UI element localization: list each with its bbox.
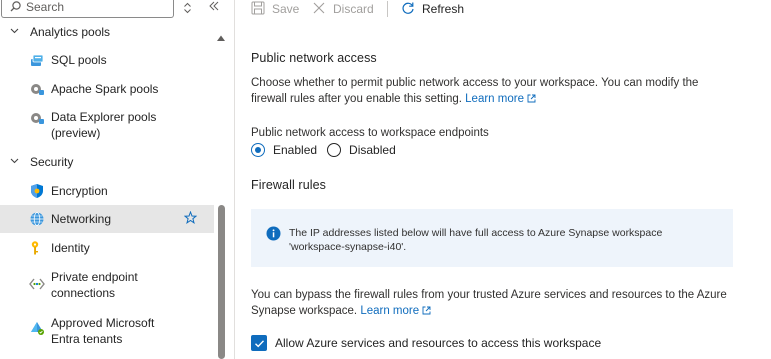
sidebar-item-label-line2: connections (51, 286, 116, 300)
checkbox-checked-icon[interactable] (251, 335, 267, 351)
sidebar-item-identity[interactable]: Identity (0, 237, 214, 259)
sidebar-item-data-explorer-pools[interactable]: Data Explorer pools (preview) (0, 106, 214, 142)
sidebar-item-label-line2: Entra tenants (51, 332, 123, 346)
sidebar-item-sql-pools[interactable]: SQL pools (0, 49, 214, 71)
sidebar-item-label: Identity (51, 241, 90, 255)
public-network-access-heading: Public network access (251, 51, 377, 65)
sidebar-item-private-endpoint-connections[interactable]: Private endpoint connections (0, 266, 214, 302)
allow-azure-services-checkbox[interactable]: Allow Azure services and resources to ac… (251, 335, 601, 351)
sidebar-item-label: SQL pools (51, 53, 107, 67)
radio-disabled-indicator[interactable] (327, 143, 342, 157)
chevron-down-icon (9, 155, 20, 169)
private-endpoint-icon (29, 276, 45, 292)
learn-more-label: Learn more (360, 305, 420, 317)
close-icon (312, 1, 326, 18)
key-icon (29, 240, 45, 256)
search-box[interactable] (1, 0, 174, 18)
save-icon (251, 1, 265, 18)
nav-group-analytics-pools[interactable]: Analytics pools (0, 21, 214, 43)
search-input[interactable] (26, 0, 166, 15)
radio-enabled-label: Enabled (273, 143, 318, 157)
sidebar-scrollbar-thumb[interactable] (218, 205, 225, 359)
search-icon (10, 1, 21, 15)
endpoints-access-label: Public network access to workspace endpo… (251, 127, 489, 139)
nav-group-label: Analytics pools (30, 25, 111, 39)
sidebar-item-label: Encryption (51, 184, 108, 198)
networking-content: Public network access Choose whether to … (235, 20, 771, 359)
sidebar-item-label: Networking (51, 212, 112, 226)
discard-label: Discard (333, 2, 374, 16)
spark-pool-icon (29, 81, 45, 97)
sidebar-item-networking[interactable]: Networking (0, 205, 214, 233)
nav-group-label: Security (30, 155, 74, 169)
sidebar-item-label-line1: Data Explorer pools (51, 110, 157, 124)
learn-more-label: Learn more (465, 93, 524, 105)
sidebar-item-label-line2: (preview) (51, 126, 101, 140)
toolbar-separator (387, 1, 388, 17)
sidebar-item-label: Apache Spark pools (51, 82, 159, 96)
save-button[interactable]: Save (251, 0, 299, 18)
sidebar-item-label-line1: Approved Microsoft (51, 316, 155, 330)
discard-button[interactable]: Discard (312, 0, 374, 18)
public-access-radio-group: Enabled Disabled (251, 143, 406, 157)
allow-azure-services-label: Allow Azure services and resources to ac… (275, 336, 602, 350)
radio-disabled-label: Disabled (349, 143, 396, 157)
sidebar-item-apache-spark-pools[interactable]: Apache Spark pools (0, 78, 214, 100)
sql-pool-icon (29, 52, 45, 68)
sidebar-item-encryption[interactable]: Encryption (0, 180, 214, 202)
refresh-icon (401, 1, 415, 18)
globe-icon (29, 211, 45, 227)
bypass-description-text: You can bypass the firewall rules from y… (251, 289, 727, 317)
external-link-icon (527, 92, 536, 108)
data-explorer-icon (29, 110, 45, 126)
collapse-sidebar-icon[interactable] (208, 0, 220, 15)
external-link-icon (422, 304, 431, 320)
save-label: Save (272, 2, 300, 16)
shield-icon (29, 183, 45, 199)
firewall-rules-heading: Firewall rules (251, 178, 327, 192)
chevron-down-icon (9, 25, 20, 39)
sidebar-item-label-line1: Private endpoint (51, 270, 138, 284)
learn-more-link[interactable]: Learn more (465, 93, 536, 105)
star-favorite-icon[interactable] (183, 210, 198, 227)
scroll-up-arrow-icon[interactable] (216, 31, 226, 45)
radio-enabled[interactable]: Enabled (251, 143, 317, 157)
radio-enabled-indicator[interactable] (251, 143, 265, 157)
refresh-label: Refresh (422, 2, 465, 16)
sort-updown-icon[interactable] (183, 2, 192, 17)
info-banner-text: The IP addresses listed below will have … (289, 227, 663, 253)
info-icon (266, 226, 281, 244)
public-access-description: Choose whether to permit public network … (251, 75, 731, 108)
bypass-description: You can bypass the firewall rules from y… (251, 287, 731, 320)
command-bar: Save Discard Refresh (235, 0, 771, 20)
sidebar-item-approved-entra-tenants[interactable]: Approved Microsoft Entra tenants (0, 312, 214, 348)
refresh-button[interactable]: Refresh (401, 0, 464, 18)
radio-disabled[interactable]: Disabled (327, 143, 396, 157)
nav-group-security[interactable]: Security (0, 151, 214, 173)
info-banner: The IP addresses listed below will have … (251, 209, 733, 267)
sidebar: Analytics pools SQL pools Apache Spark p… (0, 0, 234, 359)
learn-more-link-firewall[interactable]: Learn more (360, 305, 431, 317)
entra-tenant-icon (29, 320, 45, 336)
